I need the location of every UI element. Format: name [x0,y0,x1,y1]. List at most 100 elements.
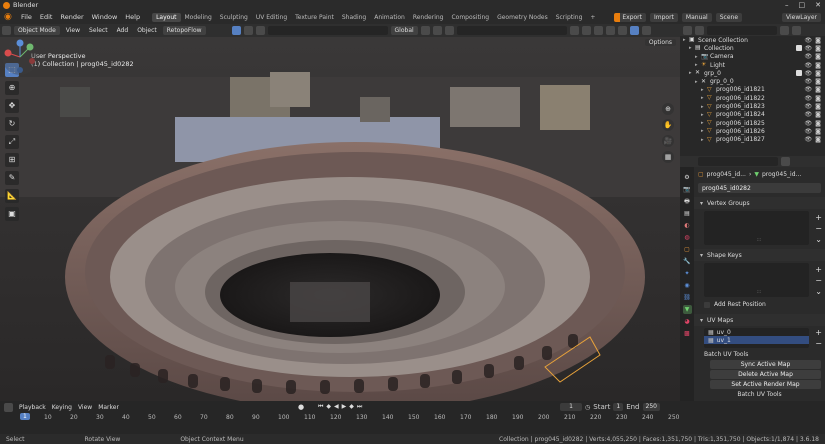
timeline-menu-playback[interactable]: Playback [19,404,46,411]
sync-active-map-button[interactable]: Sync Active Map [710,360,821,369]
render-visibility-icon[interactable]: ◙ [815,111,821,118]
eye-icon[interactable]: 👁 [805,128,813,135]
current-frame-field[interactable]: 1 [560,403,582,411]
blender-menu-icon[interactable]: ◉ [4,12,14,22]
eye-icon[interactable]: 👁 [805,70,813,77]
shape-key-menu-icon[interactable]: ⌄ [815,287,822,296]
physics-tab-icon[interactable]: ◉ [683,281,692,290]
pan-hand-icon[interactable]: ✋ [662,119,674,131]
tab-modeling[interactable]: Modeling [181,13,216,22]
uv-maps-list[interactable]: ▦ uv_0 ▦ uv_1 + − [704,328,822,348]
eye-icon[interactable]: 👁 [805,37,813,44]
render-visibility-icon[interactable]: ◙ [815,45,821,52]
eye-icon[interactable]: 👁 [805,86,813,93]
remove-uv-map-button[interactable]: − [815,339,822,348]
outliner[interactable]: ▸ ▣ Scene Collection 👁 ◙ ▸ ▤ Collection 👁 ◙ ▸ 📷 Came… [680,36,825,156]
maximize-button[interactable]: □ [799,1,806,9]
navigation-gizmo[interactable] [0,37,40,77]
scene-selector[interactable]: Scene [715,12,743,22]
select-mode-icon[interactable] [231,26,241,35]
render-visibility-icon[interactable]: ◙ [815,120,821,127]
vertex-groups-panel-header[interactable]: Vertex Groups [694,197,825,209]
filter-search-field[interactable] [456,26,567,35]
timeline-menu-keying[interactable]: Keying [52,404,72,411]
mesh-name-field[interactable]: prog045_id0282 [698,183,821,193]
prev-key-icon[interactable]: ◆ [326,403,331,411]
timeline-menu-marker[interactable]: Marker [98,404,119,411]
grid-view-icon[interactable]: ▦ [662,151,674,163]
select-mode-icon[interactable] [243,26,253,35]
eye-icon[interactable]: 👁 [805,53,813,60]
uv-maps-panel-header[interactable]: UV Maps [694,314,825,326]
cursor-tool[interactable]: ⊕ [5,81,19,95]
eye-icon[interactable]: 👁 [805,120,813,127]
record-icon[interactable]: ● [298,403,304,411]
end-frame-field[interactable]: 250 [642,403,660,411]
start-frame-field[interactable]: 1 [613,403,624,411]
render-visibility-icon[interactable]: ◙ [815,37,821,44]
viewport-search-field[interactable] [267,26,388,35]
shape-keys-list[interactable]: ::: [704,263,809,297]
export-button[interactable]: Export [614,12,646,22]
render-visibility-icon[interactable]: ◙ [815,53,821,60]
outliner-row[interactable]: ▸ ▽ prog006_id1822 👁 ◙ [680,94,825,102]
filter-icon[interactable] [780,25,789,35]
render-visibility-icon[interactable]: ◙ [815,70,821,77]
scene-tab-icon[interactable]: ◐ [683,221,692,230]
modifier-tab-icon[interactable]: 🔧 [683,257,692,266]
remove-vertex-group-button[interactable]: − [815,224,822,233]
render-visibility-icon[interactable]: ◙ [815,136,821,143]
render-tab-icon[interactable]: 📷 [683,185,692,194]
add-shape-key-button[interactable]: + [815,265,822,274]
import-button[interactable]: Import [650,12,678,22]
eye-icon[interactable]: 👁 [805,45,813,52]
timeline-type-icon[interactable] [4,402,13,412]
shading-material-icon[interactable] [629,26,639,35]
menu-file[interactable]: File [17,13,36,21]
add-vertex-group-button[interactable]: + [815,213,822,222]
eye-icon[interactable]: 👁 [805,62,813,69]
outliner-row[interactable]: ▸ ▽ prog006_id1821 👁 ◙ [680,86,825,94]
scale-tool[interactable]: ⤢ [5,135,19,149]
tool-tab-icon[interactable]: ⚙ [683,173,692,182]
viewlayer-selector[interactable]: ViewLayer [782,12,821,22]
eye-icon[interactable]: 👁 [805,111,813,118]
outliner-row[interactable]: ▸ ▣ Scene Collection 👁 ◙ [680,36,825,44]
tab-geometry-nodes[interactable]: Geometry Nodes [493,13,552,22]
outliner-row[interactable]: ▸ ▽ prog006_id1825 👁 ◙ [680,119,825,127]
material-tab-icon[interactable]: ◕ [683,317,692,326]
play-reverse-icon[interactable]: ◀ [334,403,339,411]
tab-animation[interactable]: Animation [370,13,409,22]
shading-solid-icon[interactable] [617,26,627,35]
outliner-type-icon[interactable] [683,25,692,35]
xray-icon[interactable] [605,26,615,35]
retopoflow-menu[interactable]: RetopoFlow [162,26,206,35]
annotate-tool[interactable]: ✎ [5,171,19,185]
outliner-row[interactable]: ▸ ▽ prog006_id1824 👁 ◙ [680,111,825,119]
close-button[interactable]: ✕ [815,1,821,9]
add-uv-map-button[interactable]: + [815,328,822,337]
3d-viewport[interactable]: User Perspective (1) Collection | prog04… [0,37,680,401]
eye-icon[interactable]: 👁 [805,78,813,85]
data-tab-icon[interactable]: ▼ [682,305,692,314]
move-tool[interactable]: ✥ [5,99,19,113]
add-cube-tool[interactable]: ▣ [5,207,19,221]
tab-sculpting[interactable]: Sculpting [216,13,252,22]
object-tab-icon[interactable]: ▢ [683,245,692,254]
outliner-row[interactable]: ▸ ▽ prog006_id1826 👁 ◙ [680,127,825,135]
eye-icon[interactable]: 👁 [805,103,813,110]
timeline-ruler[interactable]: 1 10 20 30 40 50 60 70 80 90 100 110 120 130 140 150 16… [14,413,679,424]
vertex-groups-list[interactable]: ::: [704,211,809,245]
outliner-row[interactable]: ▸ ✕ grp_0_0 👁 ◙ [680,77,825,85]
uv-map-row[interactable]: ▦ uv_0 [704,328,809,336]
viewport-menu-select[interactable]: Select [86,27,111,34]
overlay-icon[interactable] [593,26,603,35]
render-visibility-icon[interactable]: ◙ [815,103,821,110]
tab-shading[interactable]: Shading [338,13,370,22]
world-tab-icon[interactable]: ◍ [683,233,692,242]
new-collection-icon[interactable] [792,25,801,35]
menu-render[interactable]: Render [56,13,87,21]
tab-uv-editing[interactable]: UV Editing [252,13,291,22]
set-active-render-map-button[interactable]: Set Active Render Map [710,380,821,389]
exclude-checkbox[interactable] [795,44,802,51]
